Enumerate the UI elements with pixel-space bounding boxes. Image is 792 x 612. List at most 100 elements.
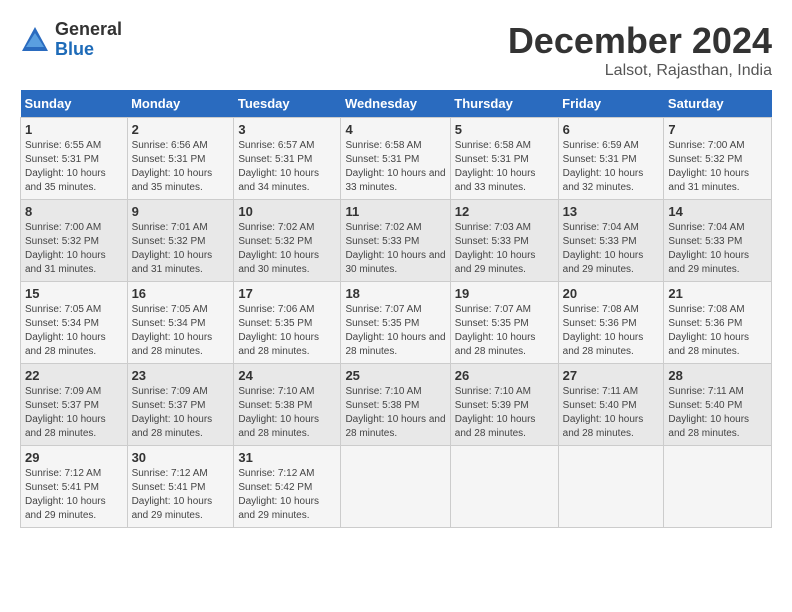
col-sunday: Sunday bbox=[21, 90, 128, 118]
day-number: 15 bbox=[25, 286, 123, 301]
table-row: 24 Sunrise: 7:10 AMSunset: 5:38 PMDaylig… bbox=[234, 364, 341, 446]
day-number: 14 bbox=[668, 204, 767, 219]
day-number: 19 bbox=[455, 286, 554, 301]
day-info: Sunrise: 7:09 AMSunset: 5:37 PMDaylight:… bbox=[25, 386, 106, 439]
col-monday: Monday bbox=[127, 90, 234, 118]
day-number: 31 bbox=[238, 450, 336, 465]
day-number: 24 bbox=[238, 368, 336, 383]
day-info: Sunrise: 7:12 AMSunset: 5:42 PMDaylight:… bbox=[238, 468, 319, 521]
day-info: Sunrise: 6:58 AMSunset: 5:31 PMDaylight:… bbox=[345, 140, 445, 193]
day-number: 26 bbox=[455, 368, 554, 383]
day-info: Sunrise: 7:12 AMSunset: 5:41 PMDaylight:… bbox=[132, 468, 213, 521]
day-info: Sunrise: 7:08 AMSunset: 5:36 PMDaylight:… bbox=[668, 304, 749, 357]
day-info: Sunrise: 7:06 AMSunset: 5:35 PMDaylight:… bbox=[238, 304, 319, 357]
day-number: 27 bbox=[563, 368, 660, 383]
day-number: 21 bbox=[668, 286, 767, 301]
day-info: Sunrise: 7:10 AMSunset: 5:38 PMDaylight:… bbox=[345, 386, 445, 439]
logo-blue: Blue bbox=[55, 40, 122, 60]
day-number: 20 bbox=[563, 286, 660, 301]
day-number: 17 bbox=[238, 286, 336, 301]
table-row: 13 Sunrise: 7:04 AMSunset: 5:33 PMDaylig… bbox=[558, 200, 664, 282]
calendar-row: 29 Sunrise: 7:12 AMSunset: 5:41 PMDaylig… bbox=[21, 446, 772, 528]
table-row: 2 Sunrise: 6:56 AMSunset: 5:31 PMDayligh… bbox=[127, 118, 234, 200]
table-row: 16 Sunrise: 7:05 AMSunset: 5:34 PMDaylig… bbox=[127, 282, 234, 364]
table-row: 11 Sunrise: 7:02 AMSunset: 5:33 PMDaylig… bbox=[341, 200, 450, 282]
day-info: Sunrise: 7:05 AMSunset: 5:34 PMDaylight:… bbox=[25, 304, 106, 357]
day-number: 10 bbox=[238, 204, 336, 219]
table-row: 9 Sunrise: 7:01 AMSunset: 5:32 PMDayligh… bbox=[127, 200, 234, 282]
table-row: 21 Sunrise: 7:08 AMSunset: 5:36 PMDaylig… bbox=[664, 282, 772, 364]
day-number: 30 bbox=[132, 450, 230, 465]
table-row: 28 Sunrise: 7:11 AMSunset: 5:40 PMDaylig… bbox=[664, 364, 772, 446]
calendar-row: 1 Sunrise: 6:55 AMSunset: 5:31 PMDayligh… bbox=[21, 118, 772, 200]
calendar-row: 22 Sunrise: 7:09 AMSunset: 5:37 PMDaylig… bbox=[21, 364, 772, 446]
calendar-table: Sunday Monday Tuesday Wednesday Thursday… bbox=[20, 90, 772, 528]
table-row: 4 Sunrise: 6:58 AMSunset: 5:31 PMDayligh… bbox=[341, 118, 450, 200]
day-info: Sunrise: 7:10 AMSunset: 5:39 PMDaylight:… bbox=[455, 386, 536, 439]
col-wednesday: Wednesday bbox=[341, 90, 450, 118]
day-info: Sunrise: 7:00 AMSunset: 5:32 PMDaylight:… bbox=[668, 140, 749, 193]
day-info: Sunrise: 7:02 AMSunset: 5:33 PMDaylight:… bbox=[345, 222, 445, 275]
day-number: 22 bbox=[25, 368, 123, 383]
day-number: 9 bbox=[132, 204, 230, 219]
table-row: 25 Sunrise: 7:10 AMSunset: 5:38 PMDaylig… bbox=[341, 364, 450, 446]
day-info: Sunrise: 7:03 AMSunset: 5:33 PMDaylight:… bbox=[455, 222, 536, 275]
day-number: 3 bbox=[238, 122, 336, 137]
day-number: 29 bbox=[25, 450, 123, 465]
calendar-row: 8 Sunrise: 7:00 AMSunset: 5:32 PMDayligh… bbox=[21, 200, 772, 282]
day-info: Sunrise: 7:05 AMSunset: 5:34 PMDaylight:… bbox=[132, 304, 213, 357]
table-row: 8 Sunrise: 7:00 AMSunset: 5:32 PMDayligh… bbox=[21, 200, 128, 282]
table-row: 5 Sunrise: 6:58 AMSunset: 5:31 PMDayligh… bbox=[450, 118, 558, 200]
table-row: 23 Sunrise: 7:09 AMSunset: 5:37 PMDaylig… bbox=[127, 364, 234, 446]
day-number: 13 bbox=[563, 204, 660, 219]
table-row: 29 Sunrise: 7:12 AMSunset: 5:41 PMDaylig… bbox=[21, 446, 128, 528]
day-info: Sunrise: 7:00 AMSunset: 5:32 PMDaylight:… bbox=[25, 222, 106, 275]
calendar-row: 15 Sunrise: 7:05 AMSunset: 5:34 PMDaylig… bbox=[21, 282, 772, 364]
calendar-header-row: Sunday Monday Tuesday Wednesday Thursday… bbox=[21, 90, 772, 118]
day-number: 1 bbox=[25, 122, 123, 137]
day-info: Sunrise: 7:10 AMSunset: 5:38 PMDaylight:… bbox=[238, 386, 319, 439]
day-number: 8 bbox=[25, 204, 123, 219]
logo-general: General bbox=[55, 20, 122, 40]
day-number: 5 bbox=[455, 122, 554, 137]
table-row: 6 Sunrise: 6:59 AMSunset: 5:31 PMDayligh… bbox=[558, 118, 664, 200]
table-row: 20 Sunrise: 7:08 AMSunset: 5:36 PMDaylig… bbox=[558, 282, 664, 364]
table-row bbox=[558, 446, 664, 528]
day-number: 12 bbox=[455, 204, 554, 219]
table-row: 27 Sunrise: 7:11 AMSunset: 5:40 PMDaylig… bbox=[558, 364, 664, 446]
day-info: Sunrise: 7:04 AMSunset: 5:33 PMDaylight:… bbox=[668, 222, 749, 275]
day-number: 28 bbox=[668, 368, 767, 383]
day-info: Sunrise: 6:55 AMSunset: 5:31 PMDaylight:… bbox=[25, 140, 106, 193]
col-saturday: Saturday bbox=[664, 90, 772, 118]
day-info: Sunrise: 7:11 AMSunset: 5:40 PMDaylight:… bbox=[563, 386, 644, 439]
day-info: Sunrise: 7:04 AMSunset: 5:33 PMDaylight:… bbox=[563, 222, 644, 275]
table-row: 30 Sunrise: 7:12 AMSunset: 5:41 PMDaylig… bbox=[127, 446, 234, 528]
day-number: 23 bbox=[132, 368, 230, 383]
table-row bbox=[341, 446, 450, 528]
table-row: 19 Sunrise: 7:07 AMSunset: 5:35 PMDaylig… bbox=[450, 282, 558, 364]
day-info: Sunrise: 6:56 AMSunset: 5:31 PMDaylight:… bbox=[132, 140, 213, 193]
day-info: Sunrise: 7:11 AMSunset: 5:40 PMDaylight:… bbox=[668, 386, 749, 439]
day-info: Sunrise: 7:08 AMSunset: 5:36 PMDaylight:… bbox=[563, 304, 644, 357]
title-block: December 2024 Lalsot, Rajasthan, India bbox=[508, 20, 772, 80]
day-info: Sunrise: 7:09 AMSunset: 5:37 PMDaylight:… bbox=[132, 386, 213, 439]
day-info: Sunrise: 6:58 AMSunset: 5:31 PMDaylight:… bbox=[455, 140, 536, 193]
table-row: 22 Sunrise: 7:09 AMSunset: 5:37 PMDaylig… bbox=[21, 364, 128, 446]
table-row: 15 Sunrise: 7:05 AMSunset: 5:34 PMDaylig… bbox=[21, 282, 128, 364]
day-number: 25 bbox=[345, 368, 445, 383]
month-title: December 2024 bbox=[508, 20, 772, 62]
table-row bbox=[450, 446, 558, 528]
table-row: 26 Sunrise: 7:10 AMSunset: 5:39 PMDaylig… bbox=[450, 364, 558, 446]
page-header: General Blue December 2024 Lalsot, Rajas… bbox=[20, 20, 772, 80]
day-number: 4 bbox=[345, 122, 445, 137]
table-row: 1 Sunrise: 6:55 AMSunset: 5:31 PMDayligh… bbox=[21, 118, 128, 200]
col-tuesday: Tuesday bbox=[234, 90, 341, 118]
day-number: 11 bbox=[345, 204, 445, 219]
table-row: 7 Sunrise: 7:00 AMSunset: 5:32 PMDayligh… bbox=[664, 118, 772, 200]
day-number: 6 bbox=[563, 122, 660, 137]
logo-icon bbox=[20, 25, 50, 55]
day-info: Sunrise: 7:01 AMSunset: 5:32 PMDaylight:… bbox=[132, 222, 213, 275]
location: Lalsot, Rajasthan, India bbox=[508, 62, 772, 80]
table-row: 14 Sunrise: 7:04 AMSunset: 5:33 PMDaylig… bbox=[664, 200, 772, 282]
day-info: Sunrise: 6:59 AMSunset: 5:31 PMDaylight:… bbox=[563, 140, 644, 193]
